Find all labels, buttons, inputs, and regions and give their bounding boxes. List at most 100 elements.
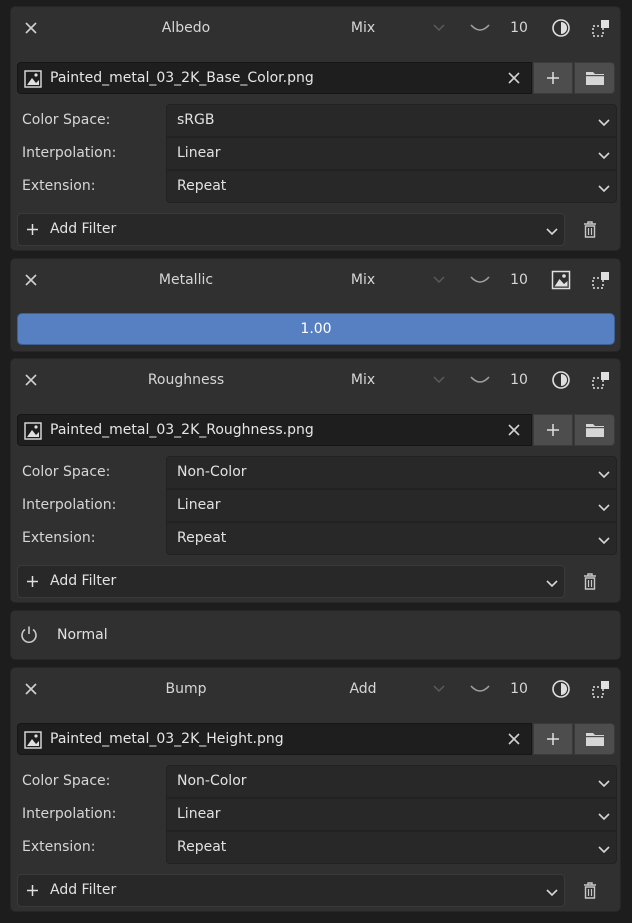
strength-value[interactable]: 10 <box>506 359 532 401</box>
blend-mode-dropdown[interactable]: Mix <box>333 259 393 301</box>
open-file-button[interactable] <box>574 62 615 94</box>
image-field[interactable]: Painted_metal_03_2K_Height.png <box>17 723 532 755</box>
close-icon[interactable] <box>21 259 41 301</box>
channel-header: Bump Add 10 <box>11 668 620 710</box>
image-filename: Painted_metal_03_2K_Base_Color.png <box>50 70 314 86</box>
interpolation-label: Interpolation: <box>22 145 117 161</box>
close-icon[interactable] <box>21 7 41 49</box>
image-selector: Painted_metal_03_2K_Height.png <box>17 723 615 755</box>
chevron-down-icon[interactable] <box>429 359 449 401</box>
expand-icon[interactable] <box>589 359 613 401</box>
interpolation-value: Linear <box>177 497 221 513</box>
plus-icon <box>547 72 559 84</box>
chevron-down-icon[interactable] <box>429 259 449 301</box>
strength-value[interactable]: 10 <box>506 7 532 49</box>
color-space-label: Color Space: <box>22 464 111 480</box>
plus-icon <box>26 575 39 592</box>
chevron-down-icon <box>598 842 610 858</box>
channel-header: Metallic Mix 10 <box>11 259 620 301</box>
folder-icon <box>585 424 604 437</box>
close-icon[interactable] <box>21 668 41 710</box>
circle-half-icon[interactable] <box>549 359 573 401</box>
expand-icon[interactable] <box>589 7 613 49</box>
clear-icon[interactable] <box>507 71 521 89</box>
add-filter-dropdown[interactable]: Add Filter <box>17 213 565 246</box>
close-icon[interactable] <box>21 359 41 401</box>
extension-row: Extension: Repeat <box>11 522 621 555</box>
blend-mode-dropdown[interactable]: Mix <box>333 359 393 401</box>
interpolation-label: Interpolation: <box>22 806 117 822</box>
extension-value: Repeat <box>177 178 227 194</box>
blend-mode-dropdown[interactable]: Mix <box>333 7 393 49</box>
circle-half-icon[interactable] <box>549 7 573 49</box>
clear-icon[interactable] <box>507 423 521 441</box>
interpolation-label: Interpolation: <box>22 497 117 513</box>
image-icon[interactable] <box>549 259 573 301</box>
extension-dropdown[interactable]: Repeat <box>166 170 617 203</box>
curve-icon[interactable] <box>467 259 493 301</box>
chevron-down-icon <box>598 500 610 516</box>
color-space-dropdown[interactable]: Non-Color <box>166 765 617 798</box>
chevron-down-icon <box>546 885 558 901</box>
curve-icon[interactable] <box>467 668 493 710</box>
image-field[interactable]: Painted_metal_03_2K_Roughness.png <box>17 414 532 446</box>
new-image-button[interactable] <box>533 414 573 446</box>
chevron-down-icon <box>598 181 610 197</box>
channel-panel-metallic: Metallic Mix 10 1.00 <box>10 258 621 352</box>
interpolation-row: Interpolation: Linear <box>11 798 621 831</box>
interpolation-dropdown[interactable]: Linear <box>166 489 617 522</box>
image-selector: Painted_metal_03_2K_Base_Color.png <box>17 62 615 94</box>
power-icon[interactable] <box>19 625 39 649</box>
metallic-value-slider[interactable]: 1.00 <box>17 313 615 345</box>
curve-icon[interactable] <box>467 359 493 401</box>
open-file-button[interactable] <box>574 723 615 755</box>
add-filter-dropdown[interactable]: Add Filter <box>17 565 565 598</box>
trash-icon[interactable] <box>579 213 601 246</box>
folder-icon <box>585 733 604 746</box>
interpolation-row: Interpolation: Linear <box>11 137 621 170</box>
add-filter-label: Add Filter <box>50 573 117 589</box>
folder-icon <box>585 72 604 85</box>
chevron-down-icon <box>598 115 610 131</box>
chevron-down-icon[interactable] <box>429 668 449 710</box>
interpolation-row: Interpolation: Linear <box>11 489 621 522</box>
add-filter-label: Add Filter <box>50 882 117 898</box>
trash-icon[interactable] <box>579 565 601 598</box>
expand-icon[interactable] <box>589 259 613 301</box>
extension-row: Extension: Repeat <box>11 170 621 203</box>
add-filter-dropdown[interactable]: Add Filter <box>17 874 565 907</box>
clear-icon[interactable] <box>507 732 521 750</box>
image-field[interactable]: Painted_metal_03_2K_Base_Color.png <box>17 62 532 94</box>
interpolation-dropdown[interactable]: Linear <box>166 798 617 831</box>
interpolation-dropdown[interactable]: Linear <box>166 137 617 170</box>
color-space-dropdown[interactable]: Non-Color <box>166 456 617 489</box>
channel-panel-albedo: Albedo Mix 10 Painted_metal_03_2K_Base_C… <box>10 6 621 251</box>
blend-mode-dropdown[interactable]: Add <box>333 668 393 710</box>
extension-dropdown[interactable]: Repeat <box>166 522 617 555</box>
channel-name: Metallic <box>158 272 214 288</box>
chevron-down-icon <box>598 809 610 825</box>
strength-value[interactable]: 10 <box>506 668 532 710</box>
extension-dropdown[interactable]: Repeat <box>166 831 617 864</box>
strength-value[interactable]: 10 <box>506 259 532 301</box>
color-space-dropdown[interactable]: sRGB <box>166 104 617 137</box>
new-image-button[interactable] <box>533 723 573 755</box>
image-icon <box>24 422 42 444</box>
plus-icon <box>547 424 559 436</box>
channel-header: Roughness Mix 10 <box>11 359 620 401</box>
curve-icon[interactable] <box>467 7 493 49</box>
color-space-value: Non-Color <box>177 464 247 480</box>
color-space-label: Color Space: <box>22 112 111 128</box>
chevron-down-icon[interactable] <box>429 7 449 49</box>
new-image-button[interactable] <box>533 62 573 94</box>
color-space-row: Color Space: Non-Color <box>11 765 621 798</box>
open-file-button[interactable] <box>574 414 615 446</box>
image-selector: Painted_metal_03_2K_Roughness.png <box>17 414 615 446</box>
expand-icon[interactable] <box>589 668 613 710</box>
chevron-down-icon <box>598 776 610 792</box>
trash-icon[interactable] <box>579 874 601 907</box>
color-space-row: Color Space: Non-Color <box>11 456 621 489</box>
plus-icon <box>547 733 559 745</box>
circle-half-icon[interactable] <box>549 668 573 710</box>
extension-row: Extension: Repeat <box>11 831 621 864</box>
